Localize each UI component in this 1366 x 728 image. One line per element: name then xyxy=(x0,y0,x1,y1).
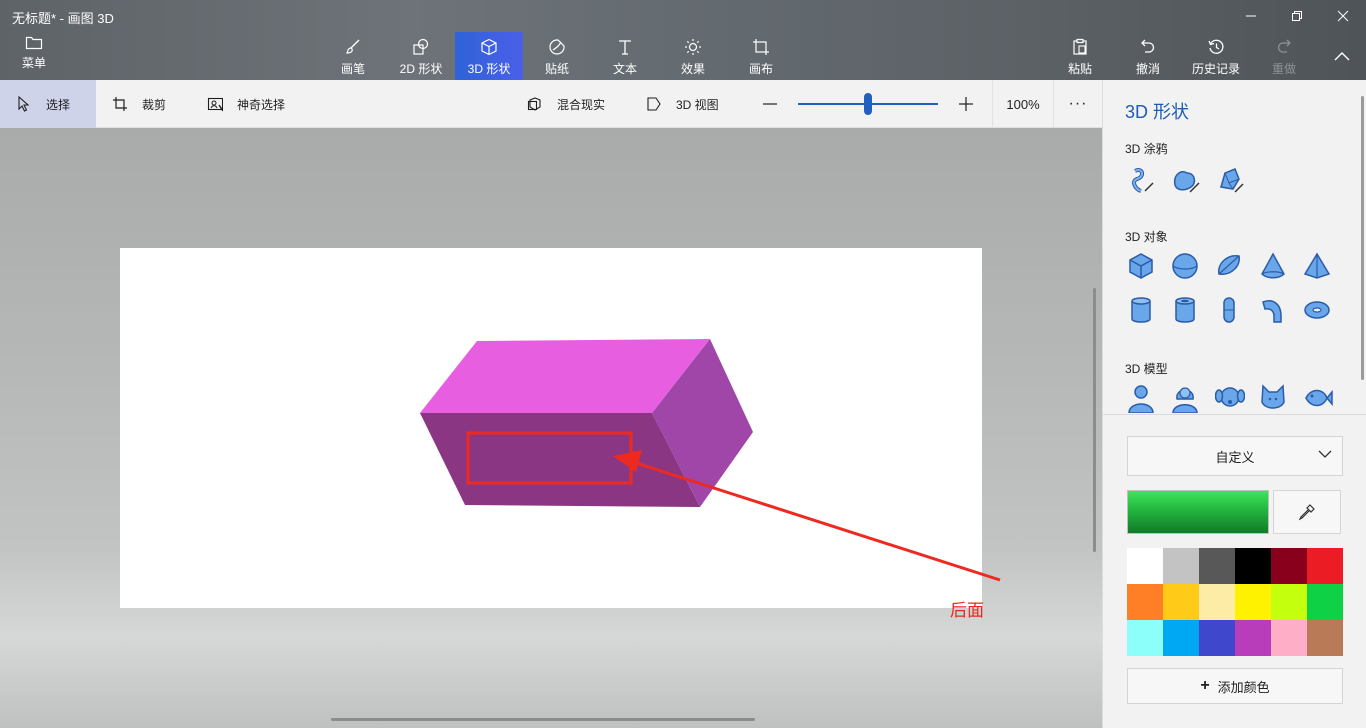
history-button[interactable]: 历史记录 xyxy=(1182,32,1250,80)
cone-icon[interactable] xyxy=(1259,248,1303,284)
annotation-layer xyxy=(613,450,1001,582)
models-section-title: 3D 模型 xyxy=(1125,362,1168,376)
panel-scrollbar[interactable] xyxy=(1361,96,1364,380)
sphere-icon[interactable] xyxy=(1171,248,1215,284)
restore-button[interactable] xyxy=(1274,2,1320,30)
palette-swatch[interactable] xyxy=(1307,548,1343,584)
panel-divider xyxy=(1103,414,1366,415)
palette-swatch[interactable] xyxy=(1199,548,1235,584)
redo-icon xyxy=(1275,38,1293,56)
cylinder-icon[interactable] xyxy=(1127,292,1171,328)
history-icon xyxy=(1207,38,1225,56)
dog-icon[interactable] xyxy=(1215,380,1259,416)
pyramid-icon[interactable] xyxy=(1303,248,1347,284)
soft-doodle-icon[interactable] xyxy=(1171,162,1215,198)
palette-swatch[interactable] xyxy=(1163,584,1199,620)
palette-swatch[interactable] xyxy=(1199,584,1235,620)
eyedropper-icon xyxy=(1298,504,1315,521)
palette-swatch[interactable] xyxy=(1271,620,1307,656)
doodle-row xyxy=(1127,162,1259,198)
undo-icon xyxy=(1139,38,1157,56)
donut-icon[interactable] xyxy=(1303,292,1347,328)
color-mode-dropdown[interactable]: 自定义 xyxy=(1127,436,1343,476)
objects-row-1 xyxy=(1127,248,1347,284)
action-label: 撤消 xyxy=(1135,62,1160,76)
redo-button[interactable]: 重做 xyxy=(1250,32,1318,80)
objects-section-title: 3D 对象 xyxy=(1125,230,1168,244)
current-color-swatch[interactable] xyxy=(1127,490,1269,534)
panel-title: 3D 形状 xyxy=(1125,102,1190,122)
objects-row-2 xyxy=(1127,292,1347,328)
color-mode-value: 自定义 xyxy=(1215,449,1255,465)
cube-icon[interactable] xyxy=(1127,248,1171,284)
palette-swatch[interactable] xyxy=(1163,620,1199,656)
annotation-label: 后面 xyxy=(950,601,984,620)
add-color-button[interactable]: + 添加颜色 xyxy=(1127,668,1343,704)
palette-swatch[interactable] xyxy=(1127,620,1163,656)
palette-swatch[interactable] xyxy=(1127,548,1163,584)
models-row xyxy=(1127,380,1347,416)
undo-button[interactable]: 撤消 xyxy=(1114,32,1182,80)
annotation-arrow-line xyxy=(635,461,1001,582)
palette-swatch[interactable] xyxy=(1235,620,1271,656)
palette-swatch[interactable] xyxy=(1271,584,1307,620)
doodle-section-title: 3D 涂鸦 xyxy=(1125,142,1168,156)
horizontal-scrollbar[interactable] xyxy=(331,718,755,721)
restore-icon xyxy=(1292,11,1302,21)
color-palette xyxy=(1127,548,1343,656)
curved-tube-icon[interactable] xyxy=(1259,292,1303,328)
3d-shapes-panel: 3D 形状 3D 涂鸦 3D 对象 3D 模型 自定义 + 添加颜色 xyxy=(1102,80,1366,728)
close-icon xyxy=(1337,10,1349,22)
palette-swatch[interactable] xyxy=(1307,584,1343,620)
plus-icon: + xyxy=(1200,677,1210,694)
fish-icon[interactable] xyxy=(1303,380,1347,416)
palette-swatch[interactable] xyxy=(1127,584,1163,620)
palette-swatch[interactable] xyxy=(1235,584,1271,620)
palette-swatch[interactable] xyxy=(1307,620,1343,656)
palette-swatch[interactable] xyxy=(1271,548,1307,584)
woman-icon[interactable] xyxy=(1171,380,1215,416)
palette-swatch[interactable] xyxy=(1163,548,1199,584)
action-label: 重做 xyxy=(1271,62,1296,76)
hemisphere-icon[interactable] xyxy=(1215,248,1259,284)
tube-doodle-icon[interactable] xyxy=(1215,162,1259,198)
palette-swatch[interactable] xyxy=(1199,620,1235,656)
collapse-toolbar-button[interactable] xyxy=(1322,40,1362,72)
sharp-doodle-icon[interactable] xyxy=(1127,162,1171,198)
cat-icon[interactable] xyxy=(1259,380,1303,416)
capsule-icon[interactable] xyxy=(1215,292,1259,328)
minimize-button[interactable] xyxy=(1228,2,1274,30)
annotation-arrowhead xyxy=(613,450,642,472)
palette-swatch[interactable] xyxy=(1235,548,1271,584)
tube-icon[interactable] xyxy=(1171,292,1215,328)
action-label: 历史记录 xyxy=(1191,62,1240,76)
minimize-icon xyxy=(1246,15,1256,17)
chevron-down-icon xyxy=(1318,450,1332,458)
add-color-label: 添加颜色 xyxy=(1217,679,1270,695)
eyedropper-button[interactable] xyxy=(1273,490,1341,534)
close-button[interactable] xyxy=(1320,2,1366,30)
chevron-up-icon xyxy=(1334,52,1350,61)
man-icon[interactable] xyxy=(1127,380,1171,416)
